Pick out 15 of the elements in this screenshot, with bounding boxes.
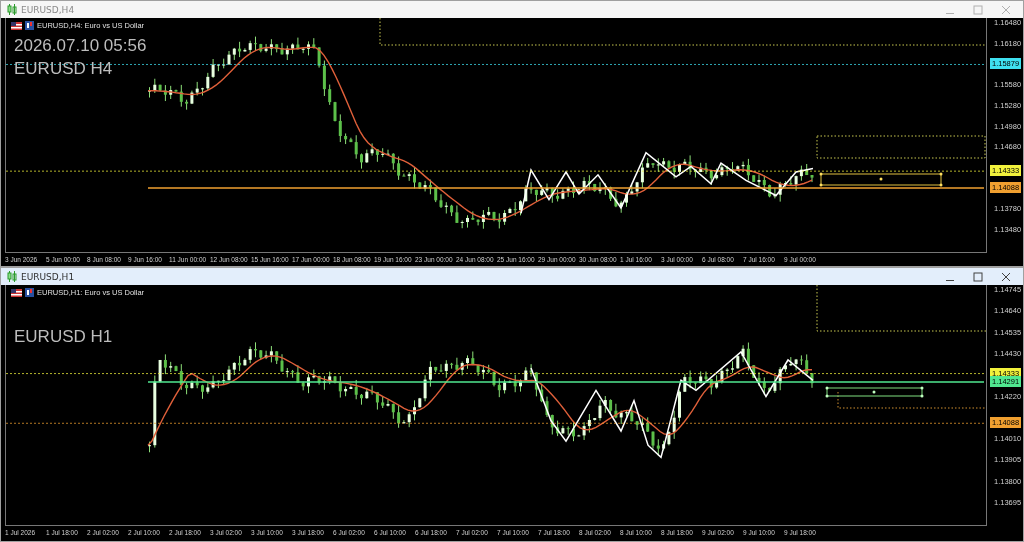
window-title: EURUSD,H4 [21,4,75,15]
overlay-text: EURUSD H1 [14,326,113,348]
chart-icon [25,288,34,297]
overlay-text: 2026.07.10 05:56 [14,35,147,57]
price-line[interactable] [147,381,985,383]
close-icon[interactable] [1001,271,1011,282]
maximize-icon[interactable] [973,271,983,282]
chart-icon [25,21,34,30]
flag-icon [11,21,22,30]
candles-icon [7,271,17,282]
window-title: EURUSD,H1 [21,271,75,282]
flag-icon [11,288,22,297]
price-line[interactable] [147,187,985,189]
overlay-text: EURUSD H4 [14,58,114,80]
candles-icon [7,4,17,15]
